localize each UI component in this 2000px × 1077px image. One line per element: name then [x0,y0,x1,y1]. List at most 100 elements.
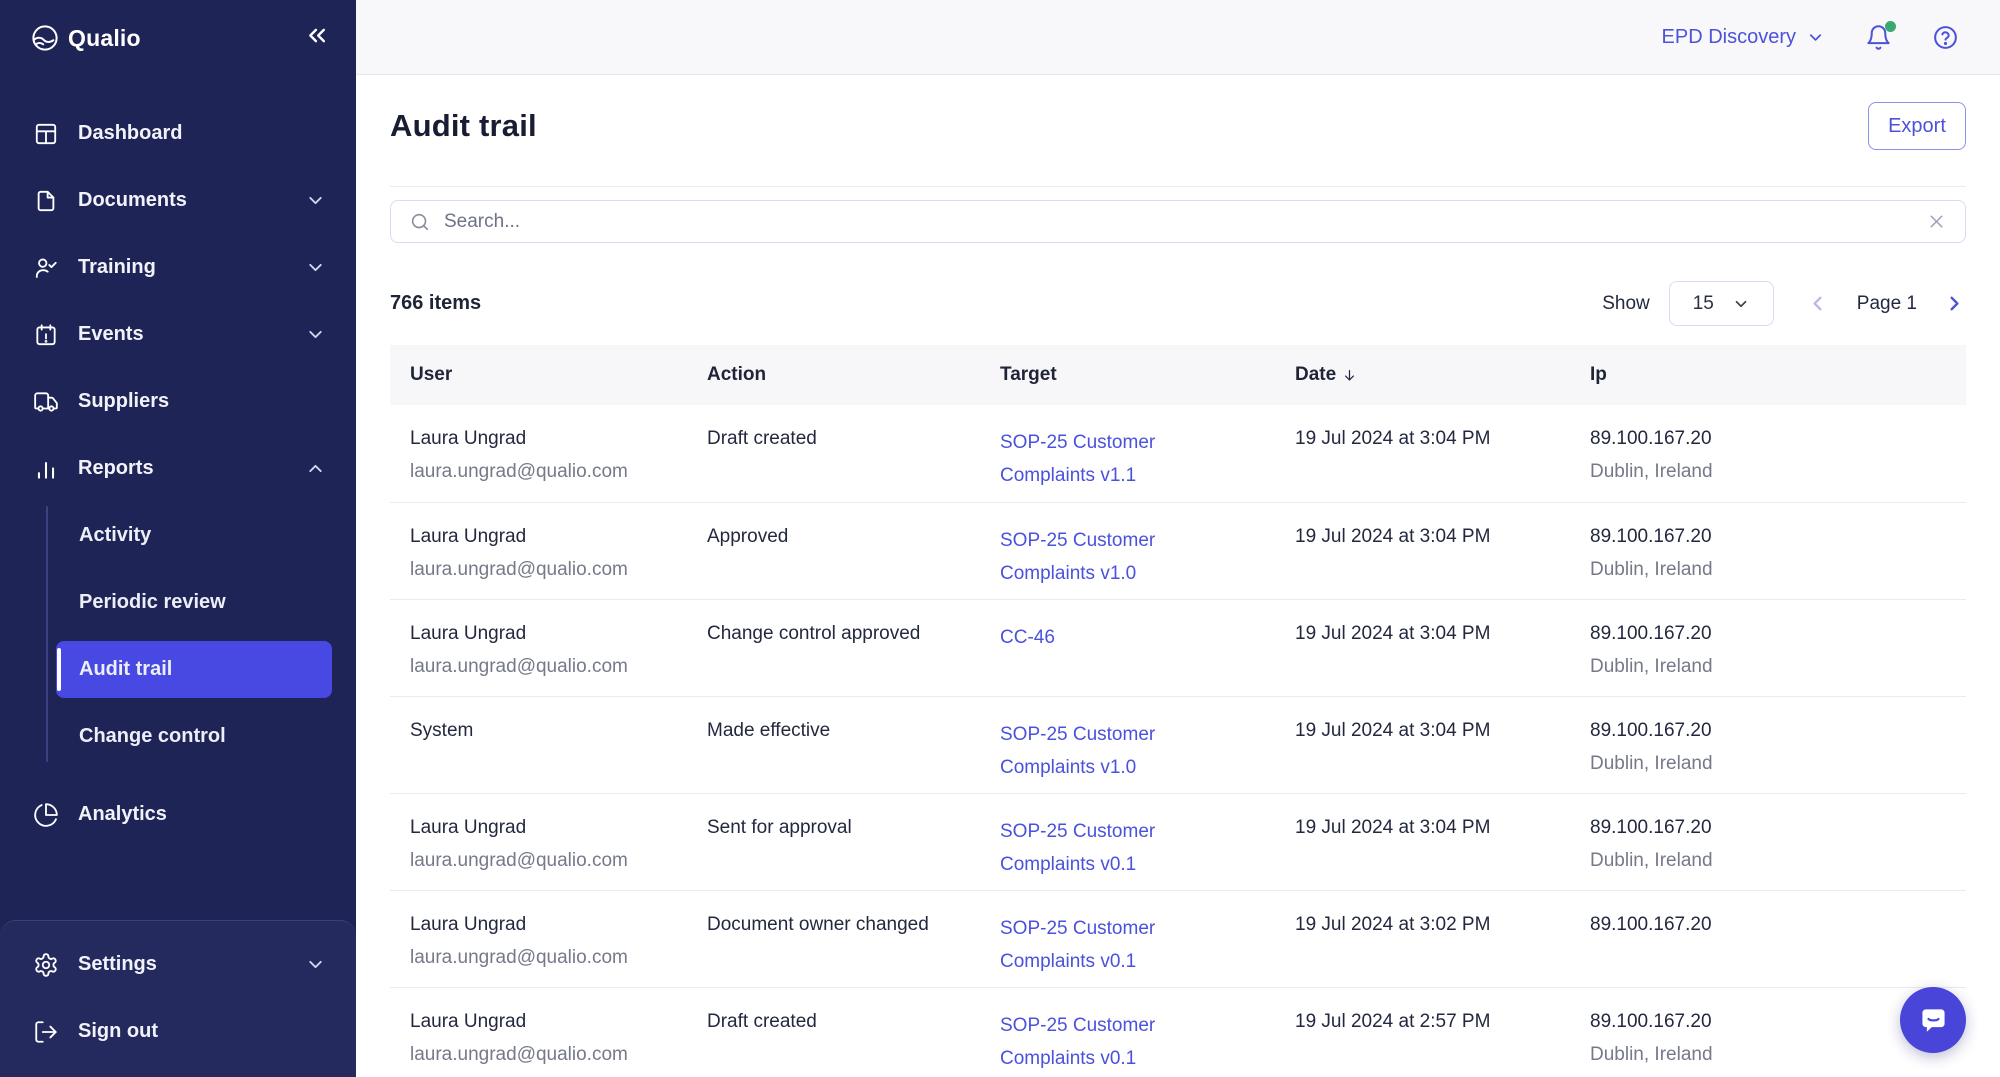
sidebar-item-documents[interactable]: Documents [0,167,356,234]
table-row[interactable]: Laura Ungrad laura.ungrad@qualio.com Sen… [390,793,1966,890]
sidebar-item-sign-out[interactable]: Sign out [0,998,356,1065]
chevron-down-icon [1806,28,1825,47]
items-count: 766 items [390,292,481,315]
chevron-right-icon [1943,303,1966,318]
clear-search-button[interactable] [1926,211,1947,232]
chevron-down-icon [305,324,326,345]
sidebar-item-analytics[interactable]: Analytics [0,781,356,848]
column-header-action[interactable]: Action [687,345,980,405]
user-name: Laura Ungrad [410,426,673,452]
sign-out-icon [33,1019,59,1045]
page-size-value: 15 [1693,293,1714,315]
sidebar-subitem-change-control[interactable]: Change control [0,703,356,770]
pie-chart-icon [33,802,59,828]
ip-location: Dublin, Ireland [1590,848,1952,874]
help-icon [1932,39,1959,54]
document-icon [33,188,59,214]
close-icon [1926,220,1947,235]
sidebar-item-settings[interactable]: Settings [0,931,356,998]
sidebar-item-suppliers[interactable]: Suppliers [0,368,356,435]
sidebar-subitem-activity[interactable]: Activity [0,502,356,569]
table-row[interactable]: Laura Ungrad laura.ungrad@qualio.com Doc… [390,890,1966,987]
sort-desc-icon [1341,367,1358,384]
table-row[interactable]: System Made effective SOP-25 Customer Co… [390,696,1966,793]
reports-subnav: Activity Periodic review Audit trail Cha… [0,502,356,772]
chevron-down-icon [305,954,326,975]
sidebar-subitem-periodic-review[interactable]: Periodic review [0,569,356,636]
page-title: Audit trail [390,108,537,144]
user-email: laura.ungrad@qualio.com [410,1042,673,1068]
sidebar-nav: Dashboard Documents [0,100,356,848]
column-header-user[interactable]: User [390,345,687,405]
chat-launcher-button[interactable] [1900,987,1966,1053]
topbar: EPD Discovery [356,0,2000,75]
chevron-down-icon [305,257,326,278]
sidebar-item-training[interactable]: Training [0,234,356,301]
next-page-button[interactable] [1943,292,1966,315]
sidebar-item-reports[interactable]: Reports [0,435,356,502]
user-name: Laura Ungrad [410,815,673,841]
brand-row: Qualio [0,0,356,76]
sidebar-item-label: Reports [78,457,154,480]
table-row[interactable]: Laura Ungrad laura.ungrad@qualio.com Dra… [390,405,1966,502]
brand[interactable]: Qualio [30,23,141,53]
truck-icon [33,389,59,415]
page-size-select[interactable]: 15 [1669,281,1774,326]
pagination: Show 15 Page 1 [1602,281,1966,326]
app-root: Qualio Dashboard [0,0,2000,1077]
sidebar-item-label: Suppliers [78,390,169,413]
export-button[interactable]: Export [1868,102,1966,150]
qualio-logo-icon [30,23,60,53]
table-row[interactable]: Laura Ungrad laura.ungrad@qualio.com App… [390,502,1966,599]
target-link[interactable]: SOP-25 Customer Complaints v0.1 [1000,815,1185,881]
user-email: laura.ungrad@qualio.com [410,848,673,874]
date-text: 19 Jul 2024 at 3:04 PM [1295,718,1556,744]
target-link[interactable]: SOP-25 Customer Complaints v1.0 [1000,524,1185,590]
column-header-date[interactable]: Date [1275,345,1570,405]
bell-icon [1865,39,1892,54]
help-button[interactable] [1932,24,1959,51]
target-link[interactable]: SOP-25 Customer Complaints v0.1 [1000,1009,1185,1075]
date-text: 19 Jul 2024 at 3:02 PM [1295,912,1556,938]
sidebar-item-dashboard[interactable]: Dashboard [0,100,356,167]
table-meta-row: 766 items Show 15 Page 1 [390,281,1966,326]
target-link[interactable]: SOP-25 Customer Complaints v1.1 [1000,426,1185,492]
ip-address: 89.100.167.20 [1590,524,1952,550]
search-input[interactable] [444,211,1913,233]
action-text: Made effective [707,718,966,744]
table-row[interactable]: Laura Ungrad laura.ungrad@qualio.com Dra… [390,987,1966,1077]
column-header-ip[interactable]: Ip [1570,345,1966,405]
target-link[interactable]: SOP-25 Customer Complaints v1.0 [1000,718,1185,784]
sidebar-item-events[interactable]: Events [0,301,356,368]
ip-address: 89.100.167.20 [1590,1009,1952,1035]
action-text: Approved [707,524,966,550]
ip-location: Dublin, Ireland [1590,459,1952,485]
main-area: EPD Discovery [356,0,2000,1077]
user-name: Laura Ungrad [410,621,673,647]
table-row[interactable]: Laura Ungrad laura.ungrad@qualio.com Cha… [390,599,1966,696]
prev-page-button[interactable] [1806,292,1829,315]
target-link[interactable]: CC-46 [1000,621,1055,654]
sidebar-item-label: Documents [78,189,187,212]
workspace-switcher[interactable]: EPD Discovery [1662,26,1825,49]
sidebar-subitem-audit-trail[interactable]: Audit trail [0,636,356,703]
sidebar-item-label: Events [78,323,144,346]
ip-address: 89.100.167.20 [1590,426,1952,452]
user-name: Laura Ungrad [410,912,673,938]
notifications-button[interactable] [1865,24,1892,51]
audit-table-body: Laura Ungrad laura.ungrad@qualio.com Dra… [390,405,1966,1077]
sidebar: Qualio Dashboard [0,0,356,1077]
ip-location: Dublin, Ireland [1590,751,1952,777]
column-header-target[interactable]: Target [980,345,1275,405]
user-name: Laura Ungrad [410,1009,673,1035]
search-icon [409,211,431,233]
sidebar-item-label: Analytics [78,803,167,826]
user-email: laura.ungrad@qualio.com [410,654,673,680]
chevron-down-icon [1732,295,1750,313]
sidebar-collapse-button[interactable] [303,22,330,49]
dashboard-icon [33,121,59,147]
target-link[interactable]: SOP-25 Customer Complaints v0.1 [1000,912,1185,978]
action-text: Change control approved [707,621,966,647]
header-divider [390,186,1966,187]
chevron-down-icon [305,190,326,211]
